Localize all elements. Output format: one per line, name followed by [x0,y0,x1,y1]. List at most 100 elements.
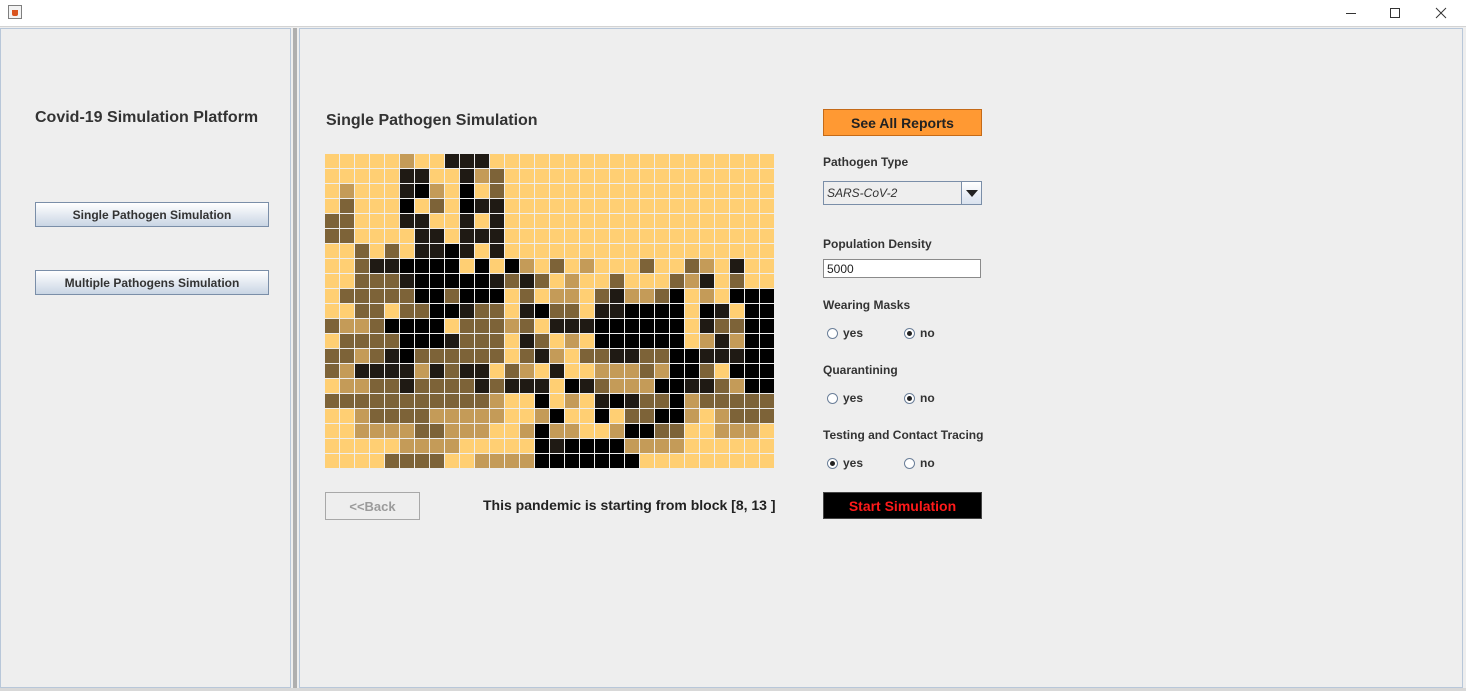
grid-cell [490,184,504,198]
grid-cell [505,199,519,213]
grid-cell [580,259,594,273]
grid-cell [490,304,504,318]
grid-cell [580,334,594,348]
grid-cell [415,184,429,198]
grid-cell [640,319,654,333]
grid-cell [325,439,339,453]
grid-cell [475,169,489,183]
sidebar-panel [0,28,291,688]
grid-cell [580,319,594,333]
see-all-reports-button[interactable]: See All Reports [823,109,982,136]
maximize-icon[interactable] [1372,0,1418,26]
grid-cell [670,154,684,168]
quarantine-no-radio[interactable]: no [904,391,935,405]
grid-cell [355,379,369,393]
grid-cell [730,349,744,363]
grid-cell [760,439,774,453]
grid-cell [475,364,489,378]
close-icon[interactable] [1418,0,1464,26]
grid-cell [685,439,699,453]
grid-cell [685,244,699,258]
grid-cell [700,379,714,393]
grid-cell [385,154,399,168]
grid-cell [640,169,654,183]
minimize-icon[interactable] [1328,0,1374,26]
grid-cell [535,289,549,303]
grid-cell [580,424,594,438]
grid-cell [760,409,774,423]
grid-cell [520,439,534,453]
chevron-down-icon[interactable] [961,182,981,204]
grid-cell [400,424,414,438]
grid-cell [340,154,354,168]
grid-cell [460,334,474,348]
grid-cell [415,229,429,243]
population-density-input[interactable] [823,259,981,278]
grid-cell [655,169,669,183]
grid-cell [475,154,489,168]
grid-cell [565,214,579,228]
grid-cell [385,364,399,378]
grid-cell [505,229,519,243]
multiple-pathogens-button[interactable]: Multiple Pathogens Simulation [35,270,269,295]
single-pathogen-button[interactable]: Single Pathogen Simulation [35,202,269,227]
grid-cell [580,364,594,378]
grid-cell [625,199,639,213]
grid-cell [535,319,549,333]
grid-cell [355,334,369,348]
grid-cell [580,184,594,198]
grid-cell [355,364,369,378]
grid-cell [535,154,549,168]
grid-cell [520,409,534,423]
quarantine-yes-radio[interactable]: yes [827,391,863,405]
grid-cell [535,304,549,318]
grid-cell [520,259,534,273]
grid-cell [520,364,534,378]
grid-cell [610,364,624,378]
grid-cell [460,154,474,168]
grid-cell [610,409,624,423]
masks-no-radio[interactable]: no [904,326,935,340]
grid-cell [580,379,594,393]
grid-cell [475,319,489,333]
grid-cell [670,349,684,363]
testing-yes-radio[interactable]: yes [827,456,863,470]
grid-cell [490,289,504,303]
pathogen-type-select[interactable]: SARS-CoV-2 [823,181,982,205]
grid-cell [325,289,339,303]
grid-cell [445,424,459,438]
grid-cell [640,424,654,438]
grid-cell [355,304,369,318]
grid-cell [760,169,774,183]
back-button[interactable]: <<Back [325,492,420,520]
grid-cell [610,259,624,273]
grid-cell [385,439,399,453]
grid-cell [325,349,339,363]
grid-cell [385,304,399,318]
grid-cell [550,454,564,468]
grid-cell [460,319,474,333]
grid-cell [430,244,444,258]
grid-cell [520,154,534,168]
start-simulation-button[interactable]: Start Simulation [823,492,982,519]
masks-yes-radio[interactable]: yes [827,326,863,340]
grid-cell [640,364,654,378]
testing-no-radio[interactable]: no [904,456,935,470]
grid-cell [325,274,339,288]
grid-cell [685,364,699,378]
grid-cell [490,154,504,168]
page-title: Single Pathogen Simulation [326,112,538,129]
grid-cell [490,439,504,453]
grid-cell [505,274,519,288]
grid-cell [385,184,399,198]
grid-cell [565,244,579,258]
grid-cell [670,454,684,468]
split-pane-divider[interactable] [291,28,299,688]
grid-cell [535,379,549,393]
grid-cell [460,454,474,468]
grid-cell [730,364,744,378]
grid-cell [745,334,759,348]
grid-cell [580,214,594,228]
grid-cell [580,409,594,423]
grid-cell [475,409,489,423]
